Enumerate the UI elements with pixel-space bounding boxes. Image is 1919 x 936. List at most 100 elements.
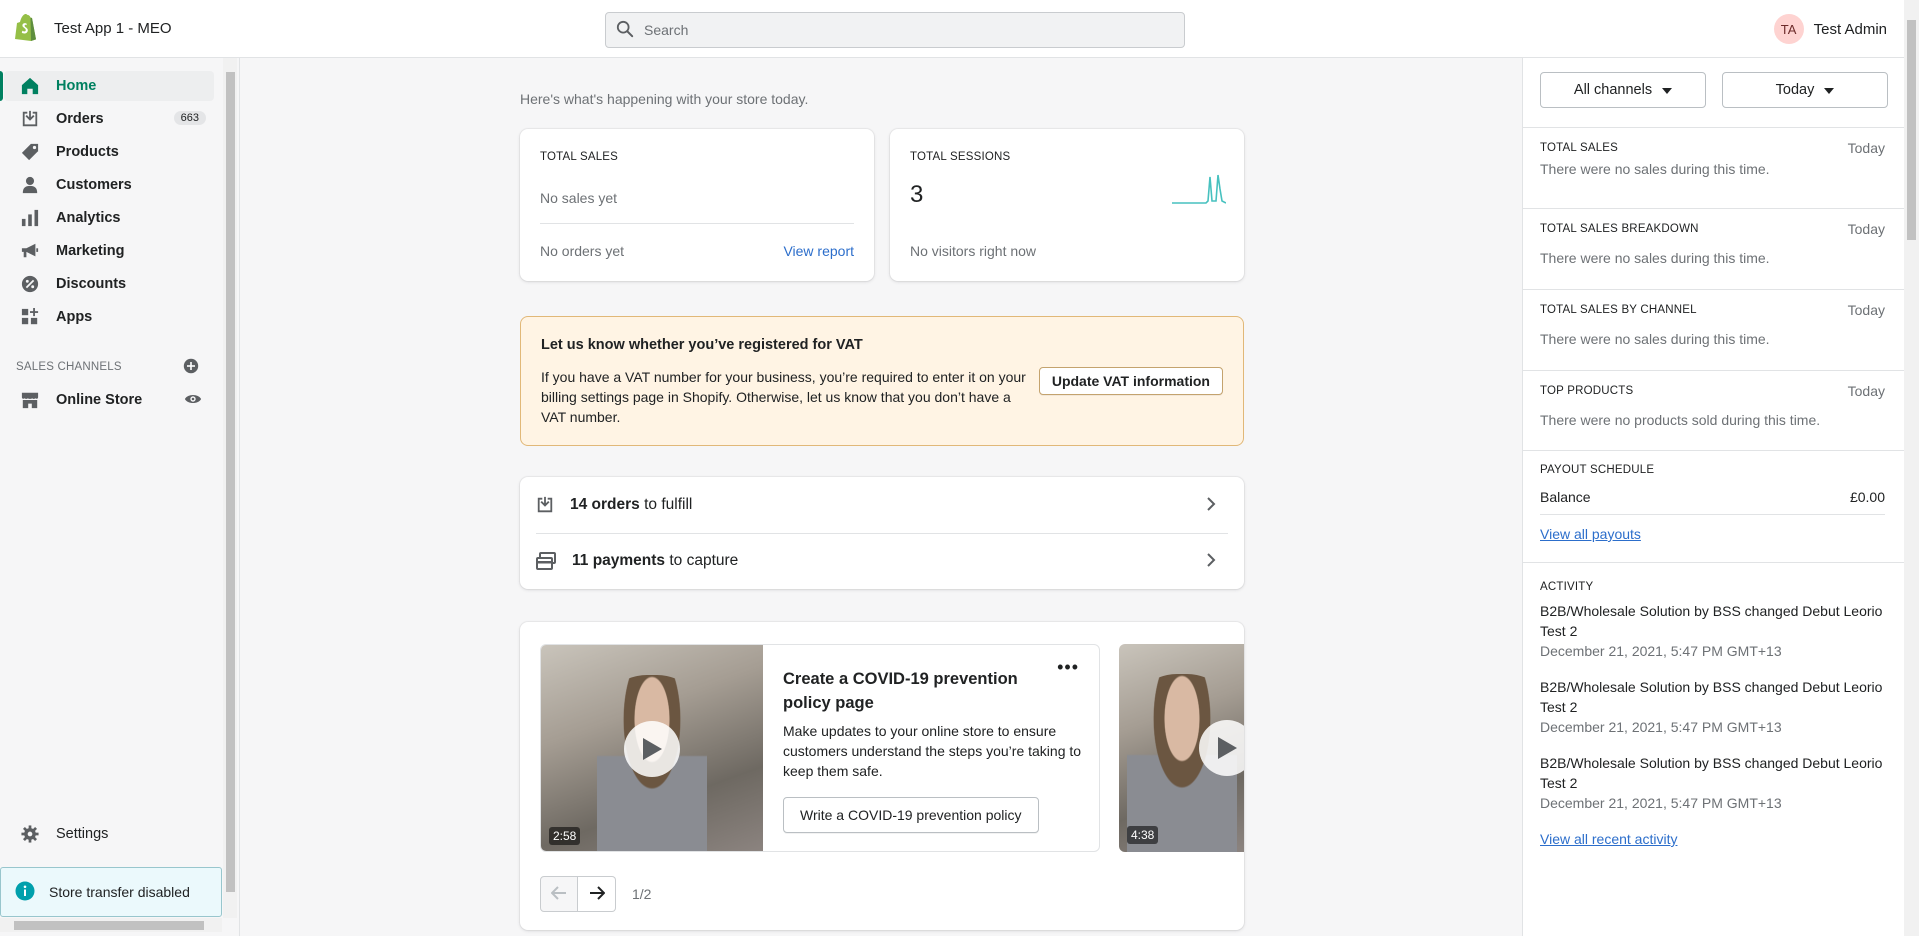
promo-title: Create a COVID-19 prevention policy page [783, 670, 1018, 712]
total-orders-text: No orders yet [540, 243, 625, 259]
section-date: Today [1847, 302, 1885, 318]
section-text: There were no sales during this time. [1540, 161, 1770, 177]
scrollbar-thumb[interactable] [14, 921, 204, 930]
channel-select[interactable]: All channels [1540, 72, 1706, 108]
store-transfer-banner: Store transfer disabled [0, 867, 222, 917]
video-thumbnail-next[interactable]: 4:38 [1119, 644, 1244, 852]
orders-to-fulfill-row[interactable]: 14 orders to fulfill [536, 477, 1228, 533]
sidebar-item-label: Apps [56, 309, 93, 325]
next-button[interactable] [578, 876, 616, 912]
payments-count: 11 payments [572, 552, 666, 569]
view-all-payouts-link[interactable]: View all payouts [1540, 526, 1641, 542]
balance-label: Balance [1540, 489, 1591, 505]
add-sales-channel-icon[interactable] [183, 358, 199, 377]
store-name: Test App 1 - MEO [54, 20, 172, 37]
sidebar: Home Orders 663 Products Customers Analy… [0, 58, 240, 936]
divider [1540, 514, 1885, 515]
activity-time: December 21, 2021, 5:47 PM GMT+13 [1540, 643, 1782, 659]
top-products-section: TOP PRODUCTS Today There were no product… [1523, 370, 1905, 450]
sidebar-item-analytics[interactable]: Analytics [4, 203, 214, 233]
vat-title: Let us know whether you’ve registered fo… [541, 337, 863, 353]
user-menu[interactable]: TA Test Admin [1773, 14, 1887, 44]
view-report-link[interactable]: View report [783, 243, 854, 259]
megaphone-icon [20, 241, 40, 261]
section-date: Today [1847, 140, 1885, 156]
sidebar-item-marketing[interactable]: Marketing [4, 236, 214, 266]
sidebar-item-discounts[interactable]: Discounts [4, 269, 214, 299]
fulfill-icon [536, 496, 554, 514]
greeting-text: Here's what's happening with your store … [520, 91, 809, 107]
arrow-left-icon [550, 885, 567, 903]
total-sales-section: TOTAL SALES Today There were no sales du… [1523, 127, 1905, 208]
sidebar-item-customers[interactable]: Customers [4, 170, 214, 200]
caret-down-icon [1662, 82, 1673, 98]
chevron-right-icon [1206, 497, 1216, 516]
section-date: Today [1847, 383, 1885, 399]
home-icon [20, 76, 40, 96]
search-bar[interactable] [605, 12, 1185, 48]
sales-channels-title: SALES CHANNELS [16, 361, 122, 373]
bar-chart-icon [20, 208, 40, 228]
sidebar-item-label: Marketing [56, 243, 125, 259]
balance-value: £0.00 [1849, 489, 1885, 505]
date-select-value: Today [1775, 82, 1815, 98]
top-bar: Test App 1 - MEO TA Test Admin [0, 0, 1919, 58]
date-select[interactable]: Today [1722, 72, 1888, 108]
sidebar-item-products[interactable]: Products [4, 137, 214, 167]
carousel-pager: 1/2 [540, 876, 651, 912]
page-indicator: 1/2 [632, 886, 652, 902]
sidebar-item-apps[interactable]: Apps [4, 302, 214, 332]
sidebar-item-label: Products [56, 144, 119, 160]
activity-time: December 21, 2021, 5:47 PM GMT+13 [1540, 795, 1782, 811]
tasks-card: 14 orders to fulfill 11 payments to capt… [520, 477, 1244, 589]
activity-item: B2B/Wholesale Solution by BSS changed De… [1540, 677, 1885, 737]
activity-item: B2B/Wholesale Solution by BSS changed De… [1540, 601, 1885, 661]
write-policy-button[interactable]: Write a COVID-19 prevention policy [783, 797, 1039, 833]
section-text: There were no sales during this time. [1540, 331, 1770, 347]
activity-text: B2B/Wholesale Solution by BSS changed De… [1540, 755, 1883, 791]
sessions-sparkline [1172, 174, 1226, 204]
activity-item: B2B/Wholesale Solution by BSS changed De… [1540, 753, 1885, 813]
view-all-activity-link[interactable]: View all recent activity [1540, 831, 1677, 847]
page-vertical-scrollbar[interactable] [1904, 0, 1919, 936]
sidebar-item-label: Discounts [56, 276, 127, 292]
scrollbar-thumb[interactable] [1907, 20, 1916, 240]
more-options-icon[interactable]: ••• [1057, 657, 1079, 678]
section-title: TOTAL SALES BREAKDOWN [1540, 223, 1699, 235]
brand[interactable]: Test App 1 - MEO [14, 13, 172, 44]
orders-count: 14 orders [570, 496, 640, 513]
video-thumbnail[interactable]: 2:58 [541, 645, 763, 851]
orders-count-badge: 663 [173, 111, 206, 125]
sidebar-horizontal-scrollbar[interactable] [0, 918, 222, 932]
divider [540, 223, 854, 224]
update-vat-button[interactable]: Update VAT information [1038, 367, 1223, 395]
shopify-logo-icon [14, 13, 38, 44]
payment-icon [536, 552, 556, 570]
sales-by-channel-section: TOTAL SALES BY CHANNEL Today There were … [1523, 289, 1905, 370]
previous-button[interactable] [540, 876, 578, 912]
sidebar-item-home[interactable]: Home [0, 71, 214, 101]
channel-select-value: All channels [1573, 82, 1653, 98]
sidebar-item-settings[interactable]: Settings [4, 819, 214, 849]
search-input[interactable] [644, 22, 1164, 38]
section-title: TOTAL SALES BY CHANNEL [1540, 304, 1697, 316]
activity-time: December 21, 2021, 5:47 PM GMT+13 [1540, 719, 1782, 735]
eye-icon[interactable] [184, 392, 202, 410]
total-sales-card: TOTAL SALES No sales yet No orders yet V… [520, 129, 874, 281]
sidebar-item-label: Analytics [56, 210, 121, 226]
activity-text: B2B/Wholesale Solution by BSS changed De… [1540, 603, 1883, 639]
sidebar-vertical-scrollbar[interactable] [223, 58, 237, 918]
user-name: Test Admin [1813, 20, 1887, 38]
sidebar-item-online-store[interactable]: Online Store [4, 385, 214, 415]
scrollbar-thumb[interactable] [226, 72, 235, 892]
sales-breakdown-section: TOTAL SALES BREAKDOWN Today There were n… [1523, 208, 1905, 289]
section-title: ACTIVITY [1540, 581, 1594, 593]
activity-section: ACTIVITY B2B/Wholesale Solution by BSS c… [1523, 562, 1905, 936]
arrow-right-icon [589, 885, 605, 903]
play-icon[interactable] [624, 721, 680, 777]
sidebar-item-orders[interactable]: Orders 663 [4, 104, 214, 134]
sidebar-item-label: Online Store [56, 392, 143, 408]
payments-to-capture-row[interactable]: 11 payments to capture [536, 533, 1228, 589]
discount-icon [20, 274, 40, 294]
store-transfer-text: Store transfer disabled [49, 884, 190, 900]
